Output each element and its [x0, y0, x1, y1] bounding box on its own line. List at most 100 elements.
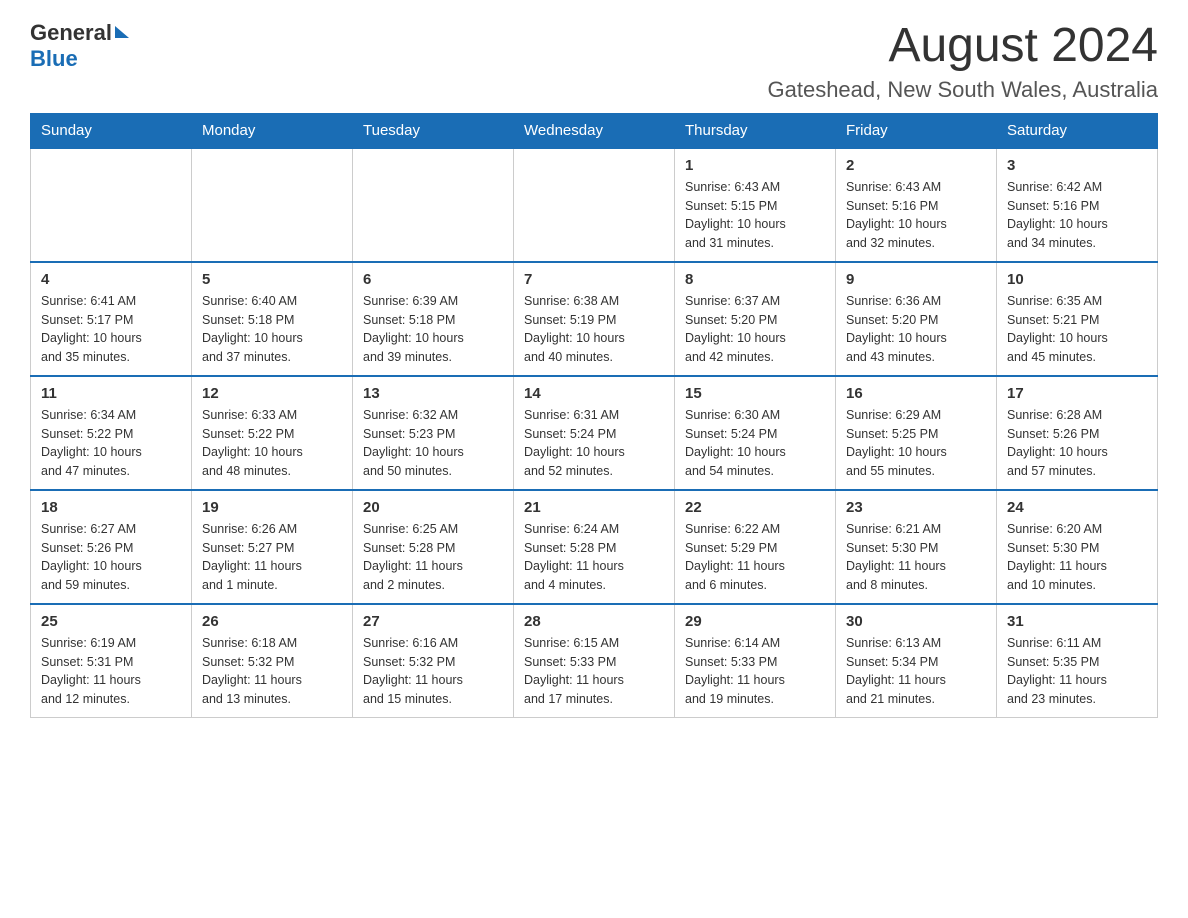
day-number: 12 [202, 385, 342, 402]
logo-triangle-icon [115, 26, 129, 38]
logo-general-text: General [30, 20, 112, 46]
day-number: 8 [685, 271, 825, 288]
page-header: General Blue August 2024 Gateshead, New … [30, 20, 1158, 103]
day-info: Sunrise: 6:38 AM Sunset: 5:19 PM Dayligh… [524, 292, 664, 367]
day-number: 18 [41, 499, 181, 516]
calendar-week-row: 25 Sunrise: 6:19 AM Sunset: 5:31 PM Dayli… [31, 604, 1158, 718]
day-info: Sunrise: 6:39 AM Sunset: 5:18 PM Dayligh… [363, 292, 503, 367]
day-info: Sunrise: 6:28 AM Sunset: 5:26 PM Dayligh… [1007, 406, 1147, 481]
day-info: Sunrise: 6:31 AM Sunset: 5:24 PM Dayligh… [524, 406, 664, 481]
calendar-cell: 20Sunrise: 6:25 AM Sunset: 5:28 PM Dayli… [353, 490, 514, 604]
day-number: 22 [685, 499, 825, 516]
calendar-cell: 8 Sunrise: 6:37 AM Sunset: 5:20 PM Daylig… [675, 262, 836, 376]
weekday-header: Thursday [675, 113, 836, 148]
calendar-cell: 24 Sunrise: 6:20 AM Sunset: 5:30 PM Dayli… [997, 490, 1158, 604]
day-number: 26 [202, 613, 342, 630]
day-number: 6 [363, 271, 503, 288]
day-number: 5 [202, 271, 342, 288]
calendar-table: SundayMondayTuesdayWednesdayThursdayFrid… [30, 113, 1158, 718]
calendar-cell: 16Sunrise: 6:29 AM Sunset: 5:25 PM Dayli… [836, 376, 997, 490]
calendar-cell: 9 Sunrise: 6:36 AM Sunset: 5:20 PM Daylig… [836, 262, 997, 376]
day-info: Sunrise: 6:14 AM Sunset: 5:33 PM Dayligh… [685, 634, 825, 709]
calendar-cell: 3 Sunrise: 6:42 AM Sunset: 5:16 PM Daylig… [997, 148, 1158, 262]
day-number: 31 [1007, 613, 1147, 630]
day-number: 23 [846, 499, 986, 516]
calendar-cell: 21 Sunrise: 6:24 AM Sunset: 5:28 PM Dayli… [514, 490, 675, 604]
calendar-cell: 18 Sunrise: 6:27 AM Sunset: 5:26 PM Dayli… [31, 490, 192, 604]
weekday-header: Saturday [997, 113, 1158, 148]
day-info: Sunrise: 6:29 AM Sunset: 5:25 PM Dayligh… [846, 406, 986, 481]
day-number: 13 [363, 385, 503, 402]
day-info: Sunrise: 6:40 AM Sunset: 5:18 PM Dayligh… [202, 292, 342, 367]
calendar-week-row: 11Sunrise: 6:34 AM Sunset: 5:22 PM Dayli… [31, 376, 1158, 490]
day-info: Sunrise: 6:13 AM Sunset: 5:34 PM Dayligh… [846, 634, 986, 709]
day-info: Sunrise: 6:11 AM Sunset: 5:35 PM Dayligh… [1007, 634, 1147, 709]
calendar-cell: 26Sunrise: 6:18 AM Sunset: 5:32 PM Dayli… [192, 604, 353, 718]
day-info: Sunrise: 6:19 AM Sunset: 5:31 PM Dayligh… [41, 634, 181, 709]
day-number: 28 [524, 613, 664, 630]
day-info: Sunrise: 6:16 AM Sunset: 5:32 PM Dayligh… [363, 634, 503, 709]
calendar-cell: 19Sunrise: 6:26 AM Sunset: 5:27 PM Dayli… [192, 490, 353, 604]
day-info: Sunrise: 6:27 AM Sunset: 5:26 PM Dayligh… [41, 520, 181, 595]
day-info: Sunrise: 6:42 AM Sunset: 5:16 PM Dayligh… [1007, 178, 1147, 253]
calendar-week-row: 4 Sunrise: 6:41 AM Sunset: 5:17 PM Daylig… [31, 262, 1158, 376]
calendar-cell: 28 Sunrise: 6:15 AM Sunset: 5:33 PM Dayli… [514, 604, 675, 718]
weekday-header: Tuesday [353, 113, 514, 148]
calendar-cell: 7Sunrise: 6:38 AM Sunset: 5:19 PM Daylig… [514, 262, 675, 376]
day-info: Sunrise: 6:24 AM Sunset: 5:28 PM Dayligh… [524, 520, 664, 595]
day-info: Sunrise: 6:33 AM Sunset: 5:22 PM Dayligh… [202, 406, 342, 481]
calendar-week-row: 18 Sunrise: 6:27 AM Sunset: 5:26 PM Dayli… [31, 490, 1158, 604]
day-number: 30 [846, 613, 986, 630]
day-info: Sunrise: 6:37 AM Sunset: 5:20 PM Dayligh… [685, 292, 825, 367]
day-number: 15 [685, 385, 825, 402]
day-info: Sunrise: 6:25 AM Sunset: 5:28 PM Dayligh… [363, 520, 503, 595]
weekday-header: Sunday [31, 113, 192, 148]
day-number: 9 [846, 271, 986, 288]
calendar-cell: 13 Sunrise: 6:32 AM Sunset: 5:23 PM Dayli… [353, 376, 514, 490]
day-number: 14 [524, 385, 664, 402]
day-number: 4 [41, 271, 181, 288]
day-number: 27 [363, 613, 503, 630]
weekday-header: Friday [836, 113, 997, 148]
day-info: Sunrise: 6:21 AM Sunset: 5:30 PM Dayligh… [846, 520, 986, 595]
day-number: 1 [685, 157, 825, 174]
calendar-cell: 6 Sunrise: 6:39 AM Sunset: 5:18 PM Daylig… [353, 262, 514, 376]
calendar-cell: 25 Sunrise: 6:19 AM Sunset: 5:31 PM Dayli… [31, 604, 192, 718]
weekday-header: Monday [192, 113, 353, 148]
day-number: 17 [1007, 385, 1147, 402]
weekday-header: Wednesday [514, 113, 675, 148]
day-number: 24 [1007, 499, 1147, 516]
calendar-cell: 1Sunrise: 6:43 AM Sunset: 5:15 PM Daylig… [675, 148, 836, 262]
calendar-cell: 17 Sunrise: 6:28 AM Sunset: 5:26 PM Dayli… [997, 376, 1158, 490]
day-number: 3 [1007, 157, 1147, 174]
day-info: Sunrise: 6:22 AM Sunset: 5:29 PM Dayligh… [685, 520, 825, 595]
calendar-cell: 4 Sunrise: 6:41 AM Sunset: 5:17 PM Daylig… [31, 262, 192, 376]
calendar-cell [353, 148, 514, 262]
day-number: 11 [41, 385, 181, 402]
calendar-cell [192, 148, 353, 262]
day-number: 10 [1007, 271, 1147, 288]
calendar-cell [514, 148, 675, 262]
calendar-cell: 22 Sunrise: 6:22 AM Sunset: 5:29 PM Dayli… [675, 490, 836, 604]
day-number: 2 [846, 157, 986, 174]
calendar-cell [31, 148, 192, 262]
month-title: August 2024 [768, 20, 1159, 73]
calendar-cell: 23 Sunrise: 6:21 AM Sunset: 5:30 PM Dayli… [836, 490, 997, 604]
title-section: August 2024 Gateshead, New South Wales, … [768, 20, 1159, 103]
day-number: 25 [41, 613, 181, 630]
day-number: 21 [524, 499, 664, 516]
day-info: Sunrise: 6:26 AM Sunset: 5:27 PM Dayligh… [202, 520, 342, 595]
day-info: Sunrise: 6:41 AM Sunset: 5:17 PM Dayligh… [41, 292, 181, 367]
day-info: Sunrise: 6:32 AM Sunset: 5:23 PM Dayligh… [363, 406, 503, 481]
day-info: Sunrise: 6:43 AM Sunset: 5:16 PM Dayligh… [846, 178, 986, 253]
calendar-cell: 15 Sunrise: 6:30 AM Sunset: 5:24 PM Dayli… [675, 376, 836, 490]
calendar-header-row: SundayMondayTuesdayWednesdayThursdayFrid… [31, 113, 1158, 148]
day-info: Sunrise: 6:15 AM Sunset: 5:33 PM Dayligh… [524, 634, 664, 709]
logo-blue-text: Blue [30, 46, 78, 72]
day-info: Sunrise: 6:36 AM Sunset: 5:20 PM Dayligh… [846, 292, 986, 367]
day-info: Sunrise: 6:20 AM Sunset: 5:30 PM Dayligh… [1007, 520, 1147, 595]
calendar-cell: 31 Sunrise: 6:11 AM Sunset: 5:35 PM Dayli… [997, 604, 1158, 718]
calendar-cell: 11Sunrise: 6:34 AM Sunset: 5:22 PM Dayli… [31, 376, 192, 490]
calendar-cell: 29Sunrise: 6:14 AM Sunset: 5:33 PM Dayli… [675, 604, 836, 718]
day-info: Sunrise: 6:30 AM Sunset: 5:24 PM Dayligh… [685, 406, 825, 481]
